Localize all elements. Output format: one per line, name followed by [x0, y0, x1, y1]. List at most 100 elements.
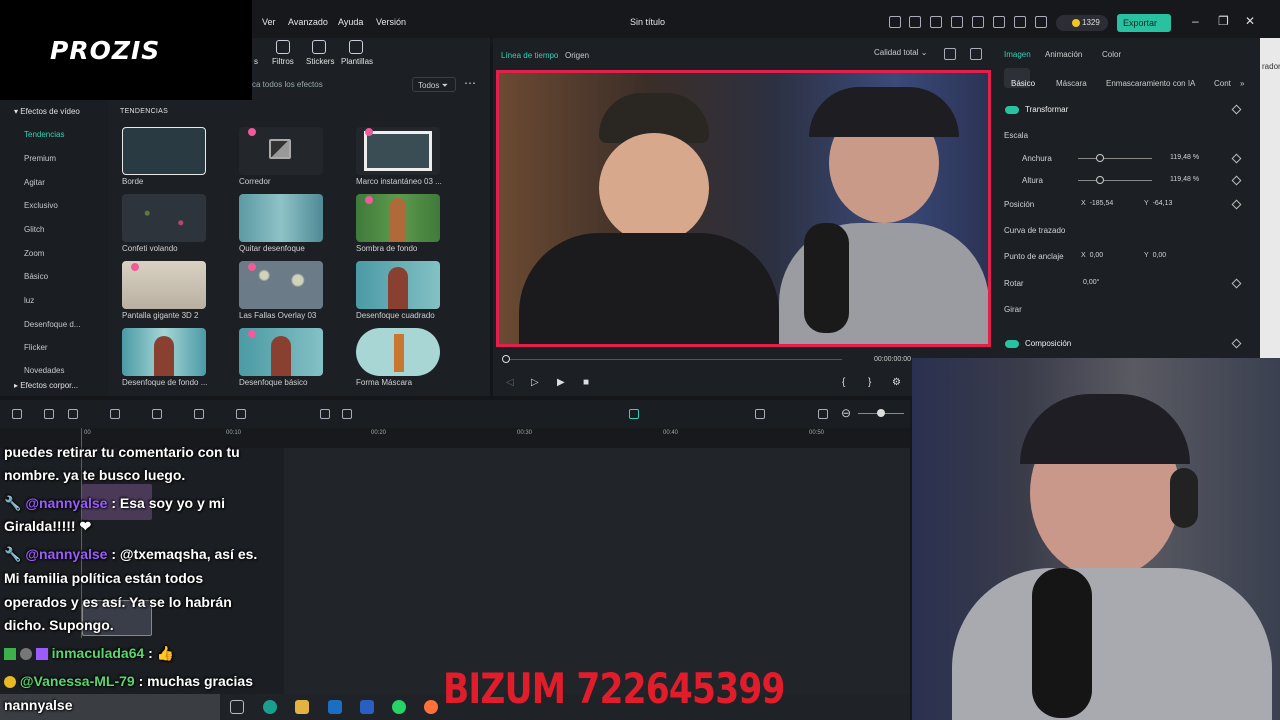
task-view-icon[interactable] [230, 700, 244, 714]
video-preview[interactable] [496, 70, 991, 347]
tab-plantillas[interactable]: Plantillas [341, 57, 373, 66]
category-flicker[interactable]: Flicker [24, 343, 48, 352]
scrub-handle[interactable] [502, 355, 510, 363]
minimize-icon[interactable]: – [1192, 14, 1199, 28]
width-slider-handle[interactable] [1096, 154, 1104, 162]
height-slider-handle[interactable] [1096, 176, 1104, 184]
tab-animacion[interactable]: Animación [1045, 50, 1082, 59]
firefox-icon[interactable] [424, 700, 438, 714]
filter-dropdown[interactable]: Todos ⏷ [412, 77, 456, 92]
category-glitch[interactable]: Glitch [24, 225, 44, 234]
more-tabs-icon[interactable]: » [1240, 79, 1244, 88]
subtab-cont[interactable]: Cont [1214, 79, 1231, 88]
more-options-icon[interactable]: ⋯ [464, 76, 476, 90]
position-y[interactable]: Y -64,13 [1144, 200, 1172, 207]
cloud-icon[interactable] [993, 16, 1005, 28]
mic-icon[interactable] [755, 409, 765, 419]
category-novedades[interactable]: Novedades [24, 366, 64, 375]
tab-effects-partial[interactable]: s [254, 57, 258, 66]
category-corporativos[interactable]: ▸ Efectos corpor... [14, 381, 78, 390]
transition-icon[interactable] [236, 409, 246, 419]
mark-out-icon[interactable]: } [868, 377, 871, 388]
tab-imagen[interactable]: Imagen [1004, 50, 1031, 59]
snapshot-icon[interactable] [970, 48, 982, 60]
stop-icon[interactable]: ■ [583, 377, 589, 388]
maximize-icon[interactable]: ❐ [1218, 14, 1229, 28]
rotate-value[interactable]: 0,00° [1083, 279, 1099, 286]
send-icon[interactable] [909, 16, 921, 28]
note-icon[interactable] [930, 16, 942, 28]
tab-stickers[interactable]: Stickers [306, 57, 334, 66]
word-icon[interactable] [360, 700, 374, 714]
scene-icon[interactable] [818, 409, 828, 419]
category-basico[interactable]: Básico [24, 272, 48, 281]
tab-timeline[interactable]: Línea de tiempo [501, 51, 558, 60]
speed-icon[interactable] [342, 409, 352, 419]
subtab-ia[interactable]: Enmascaramiento con IA [1106, 79, 1195, 88]
whatsapp-icon[interactable] [392, 700, 406, 714]
effect-thumb-confeti[interactable] [122, 194, 206, 242]
color-icon[interactable] [320, 409, 330, 419]
crop-icon[interactable] [152, 409, 162, 419]
height-value[interactable]: 119,48 % [1170, 176, 1199, 183]
delete-icon[interactable] [110, 409, 120, 419]
effect-thumb-forma-mascara[interactable] [356, 328, 440, 376]
tab-color[interactable]: Color [1102, 50, 1121, 59]
zoom-handle[interactable] [877, 409, 885, 417]
width-value[interactable]: 119,48 % [1170, 154, 1199, 161]
explorer-icon[interactable] [295, 700, 309, 714]
tab-source[interactable]: Origen [565, 51, 589, 60]
category-tendencias[interactable]: Tendencias [24, 130, 64, 139]
settings-icon[interactable]: ⚙ [892, 377, 901, 388]
ai-icon[interactable] [629, 409, 639, 419]
category-premium[interactable]: Premium [24, 154, 56, 163]
undo-icon[interactable] [68, 409, 78, 419]
composition-toggle[interactable] [1005, 340, 1019, 348]
anchor-x[interactable]: X 0,00 [1081, 252, 1103, 259]
export-button[interactable]: Exportar [1117, 14, 1171, 32]
effects-search-input[interactable]: ca todos los efectos [252, 80, 323, 89]
position-x[interactable]: X -185,54 [1081, 200, 1113, 207]
effect-thumb-quitar-desenfoque[interactable] [239, 194, 323, 242]
mark-in-icon[interactable]: { [842, 377, 845, 388]
grid-icon[interactable] [1035, 16, 1047, 28]
subtab-basico[interactable]: Básico [1011, 79, 1035, 88]
close-icon[interactable]: ✕ [1245, 14, 1255, 28]
menu-ver[interactable]: Ver [262, 17, 276, 27]
layout-grid-icon[interactable] [12, 409, 22, 419]
width-slider[interactable] [1078, 158, 1152, 159]
effect-thumb-desenfoque-fondo[interactable] [122, 328, 206, 376]
category-zoom[interactable]: Zoom [24, 249, 44, 258]
height-slider[interactable] [1078, 180, 1152, 181]
transform-toggle[interactable] [1005, 106, 1019, 114]
anchor-y[interactable]: Y 0,00 [1144, 252, 1166, 259]
text-icon[interactable] [194, 409, 204, 419]
credits-badge[interactable]: 1329 [1056, 15, 1108, 31]
quality-select[interactable]: Calidad total ⌄ [874, 48, 927, 57]
scrub-bar[interactable] [506, 359, 842, 360]
category-luz[interactable]: luz [24, 296, 34, 305]
category-agitar[interactable]: Agitar [24, 178, 45, 187]
select-icon[interactable] [44, 409, 54, 419]
menu-avanzado[interactable]: Avanzado [288, 17, 328, 27]
outlook-icon[interactable] [328, 700, 342, 714]
play-icon[interactable]: ▶ [557, 377, 565, 388]
headset-icon[interactable] [1014, 16, 1026, 28]
zoom-out-icon[interactable]: ⊖ [841, 406, 851, 420]
category-exclusivo[interactable]: Exclusivo [24, 201, 58, 210]
effect-thumb-borde[interactable] [122, 127, 206, 175]
subtab-mascara[interactable]: Máscara [1056, 79, 1087, 88]
prev-frame-icon[interactable]: ◁ [506, 377, 514, 388]
tab-filtros[interactable]: Filtros [272, 57, 294, 66]
save-icon[interactable] [972, 16, 984, 28]
layout-icon[interactable] [944, 48, 956, 60]
category-header[interactable]: ▾ Efectos de vídeo [14, 107, 80, 116]
step-play-icon[interactable]: ▷ [531, 377, 539, 388]
display-icon[interactable] [951, 16, 963, 28]
menu-ayuda[interactable]: Ayuda [338, 17, 363, 27]
category-desenfoque[interactable]: Desenfoque d... [24, 320, 80, 329]
edge-icon[interactable] [263, 700, 277, 714]
gift-icon[interactable] [889, 16, 901, 28]
effect-thumb-desenfoque-cuadrado[interactable] [356, 261, 440, 309]
menu-version[interactable]: Versión [376, 17, 406, 27]
